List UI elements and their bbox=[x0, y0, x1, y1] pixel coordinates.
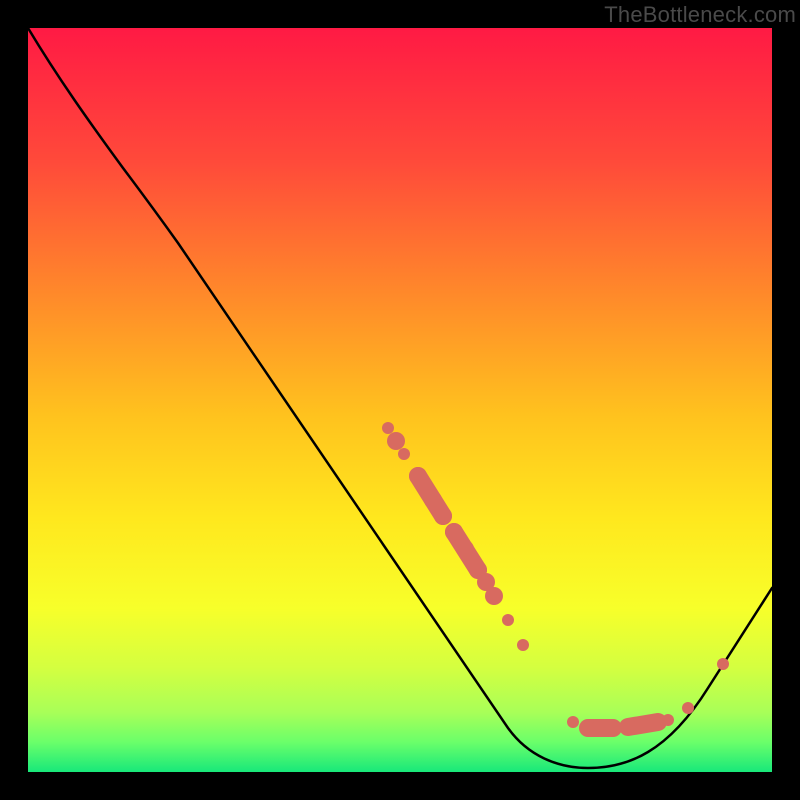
data-point bbox=[517, 639, 529, 651]
data-point bbox=[424, 491, 442, 509]
chart-svg bbox=[28, 28, 772, 772]
data-point bbox=[409, 467, 427, 485]
watermark-text: TheBottleneck.com bbox=[604, 2, 796, 28]
data-point bbox=[502, 614, 514, 626]
plot-area bbox=[28, 28, 772, 772]
data-point bbox=[398, 448, 410, 460]
capsule-group bbox=[418, 476, 658, 728]
chart-frame: TheBottleneck.com bbox=[0, 0, 800, 800]
data-point bbox=[445, 523, 463, 541]
data-point bbox=[662, 714, 674, 726]
data-point bbox=[590, 722, 602, 734]
data-point bbox=[485, 587, 503, 605]
data-point bbox=[717, 658, 729, 670]
data-point bbox=[682, 702, 694, 714]
curve-path bbox=[28, 28, 772, 768]
dots-small-group bbox=[382, 422, 729, 734]
data-point bbox=[567, 716, 579, 728]
data-point bbox=[382, 422, 394, 434]
data-point bbox=[387, 432, 405, 450]
data-point bbox=[632, 720, 644, 732]
data-point bbox=[434, 507, 452, 525]
data-point bbox=[456, 540, 474, 558]
